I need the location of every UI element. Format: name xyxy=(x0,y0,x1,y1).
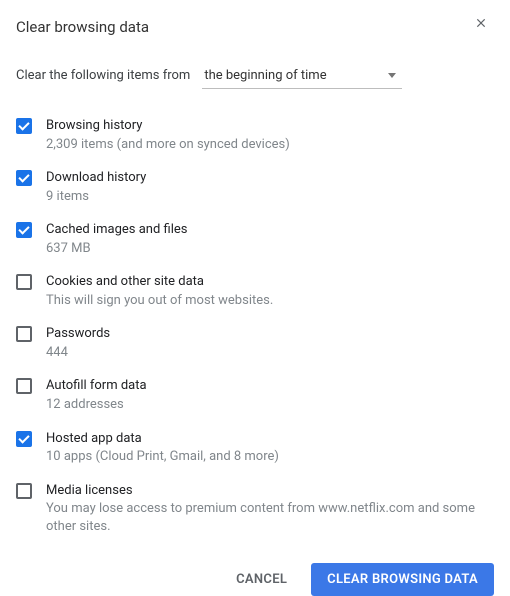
list-item: Cached images and files637 MB xyxy=(16,213,494,265)
list-item: Cookies and other site dataThis will sig… xyxy=(16,265,494,317)
item-text: Media licensesYou may lose access to pre… xyxy=(46,482,494,536)
item-subtitle: 444 xyxy=(46,344,110,362)
item-subtitle: 12 addresses xyxy=(46,396,147,414)
item-text: Cookies and other site dataThis will sig… xyxy=(46,273,273,309)
time-range-dropdown[interactable]: the beginning of time xyxy=(202,64,402,89)
close-icon xyxy=(474,16,488,30)
list-item: Passwords444 xyxy=(16,317,494,369)
dialog-title: Clear browsing data xyxy=(16,18,494,36)
item-subtitle: 9 items xyxy=(46,188,146,206)
time-range-selected: the beginning of time xyxy=(204,68,326,83)
item-subtitle: 10 apps (Cloud Print, Gmail, and 8 more) xyxy=(46,448,279,466)
item-text: Passwords444 xyxy=(46,325,110,361)
time-range-row: Clear the following items from the begin… xyxy=(16,64,494,89)
close-button[interactable] xyxy=(474,16,492,34)
time-range-label: Clear the following items from xyxy=(16,68,190,83)
items-list: Browsing history2,309 items (and more on… xyxy=(16,109,494,543)
item-title: Passwords xyxy=(46,325,110,343)
item-title: Cookies and other site data xyxy=(46,273,273,291)
list-item: Media licensesYou may lose access to pre… xyxy=(16,474,494,544)
item-title: Cached images and files xyxy=(46,221,187,239)
checkbox[interactable] xyxy=(16,378,32,394)
checkbox[interactable] xyxy=(16,274,32,290)
item-text: Download history9 items xyxy=(46,169,146,205)
checkbox[interactable] xyxy=(16,118,32,134)
checkbox[interactable] xyxy=(16,483,32,499)
dialog-footer: CANCEL CLEAR BROWSING DATA xyxy=(16,543,494,596)
chevron-down-icon xyxy=(388,73,396,78)
item-subtitle: 2,309 items (and more on synced devices) xyxy=(46,136,290,154)
list-item: Hosted app data10 apps (Cloud Print, Gma… xyxy=(16,422,494,474)
list-item: Browsing history2,309 items (and more on… xyxy=(16,109,494,161)
item-subtitle: 637 MB xyxy=(46,240,187,258)
item-title: Browsing history xyxy=(46,117,290,135)
clear-browsing-data-button[interactable]: CLEAR BROWSING DATA xyxy=(311,563,494,596)
item-text: Browsing history2,309 items (and more on… xyxy=(46,117,290,153)
item-subtitle: You may lose access to premium content f… xyxy=(46,500,494,535)
checkbox[interactable] xyxy=(16,222,32,238)
item-title: Media licenses xyxy=(46,482,494,500)
checkbox[interactable] xyxy=(16,170,32,186)
list-item: Download history9 items xyxy=(16,161,494,213)
item-title: Hosted app data xyxy=(46,430,279,448)
list-item: Autofill form data12 addresses xyxy=(16,369,494,421)
item-text: Hosted app data10 apps (Cloud Print, Gma… xyxy=(46,430,279,466)
item-subtitle: This will sign you out of most websites. xyxy=(46,292,273,310)
item-text: Cached images and files637 MB xyxy=(46,221,187,257)
checkbox[interactable] xyxy=(16,326,32,342)
item-title: Autofill form data xyxy=(46,377,147,395)
cancel-button[interactable]: CANCEL xyxy=(220,563,303,596)
clear-browsing-data-dialog: Clear browsing data Clear the following … xyxy=(0,0,510,565)
checkbox[interactable] xyxy=(16,431,32,447)
item-title: Download history xyxy=(46,169,146,187)
item-text: Autofill form data12 addresses xyxy=(46,377,147,413)
